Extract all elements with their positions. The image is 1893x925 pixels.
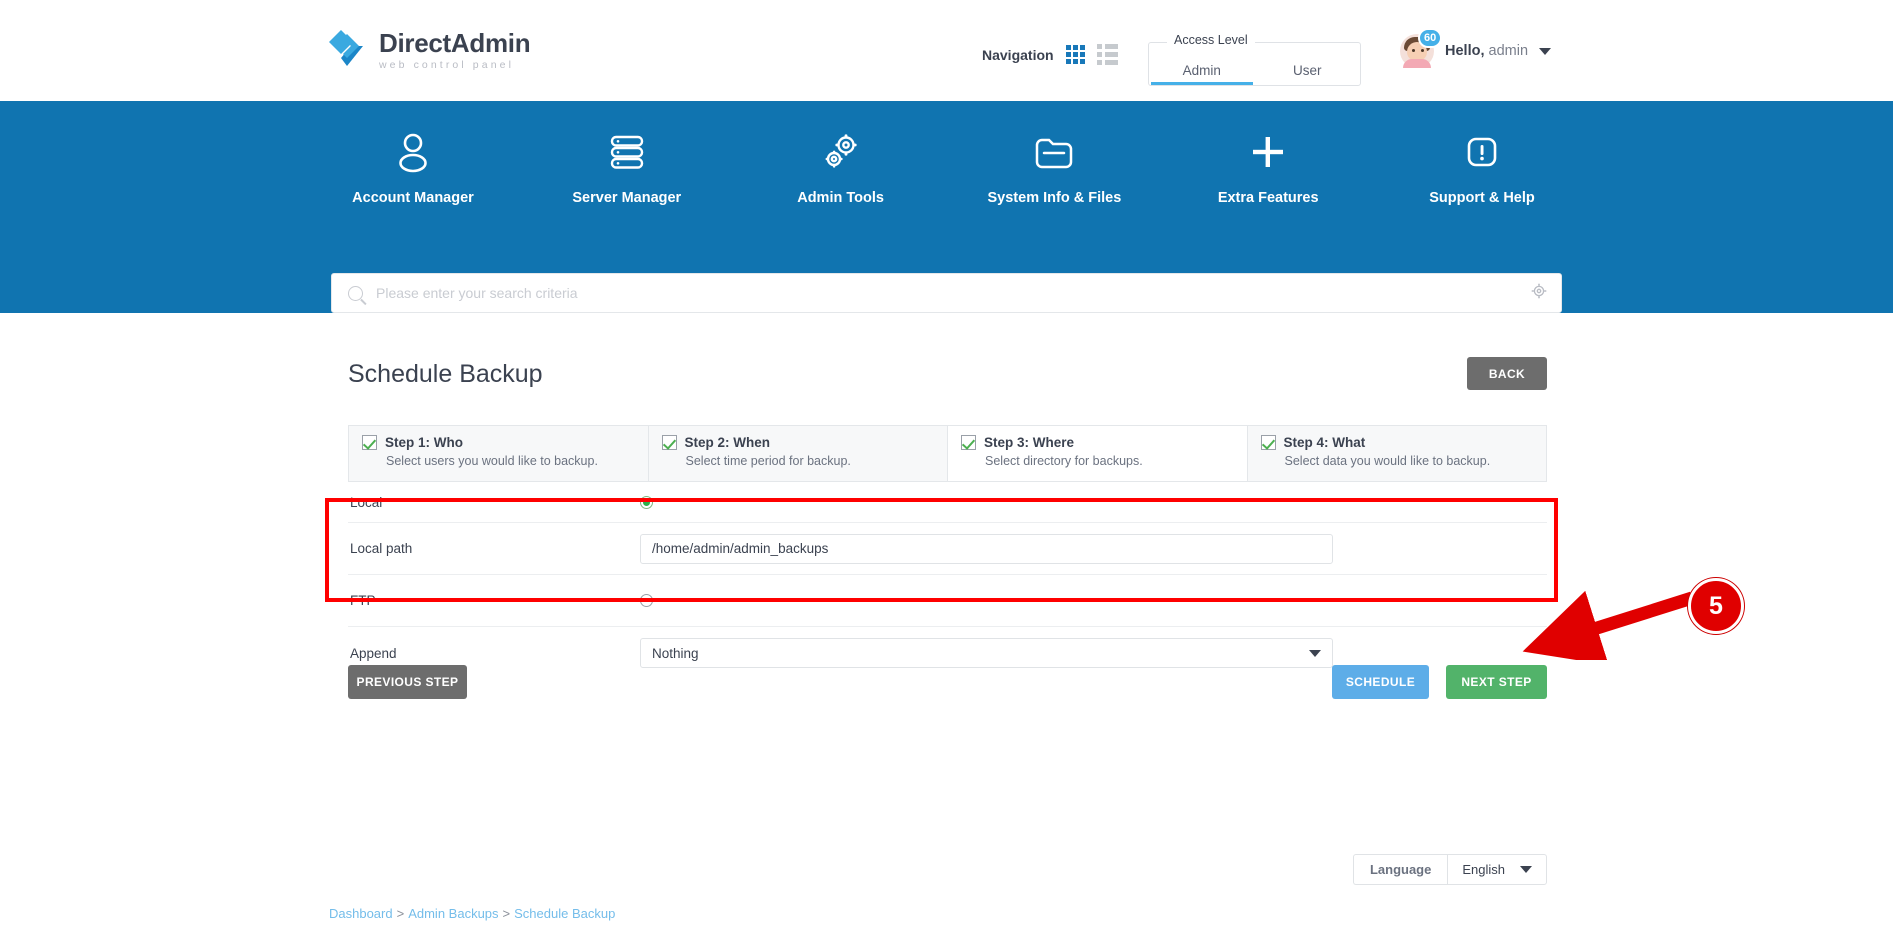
search-input[interactable] [376, 285, 1531, 301]
step-card-3[interactable]: Step 3: Where Select directory for backu… [948, 426, 1248, 481]
plus-icon [1165, 124, 1371, 180]
chevron-down-icon [1520, 866, 1532, 873]
navigation-label: Navigation [982, 46, 1054, 63]
step-card-2[interactable]: Step 2: When Select time period for back… [648, 426, 948, 481]
breadcrumb-item-schedule-backup[interactable]: Schedule Backup [514, 906, 615, 921]
annotation-arrow [1522, 590, 1694, 660]
checkmark-icon [1260, 435, 1276, 450]
breadcrumb-item-admin-backups[interactable]: Admin Backups [408, 906, 498, 921]
directadmin-logo[interactable]: DirectAdmin web control panel [325, 27, 531, 72]
checkmark-icon [362, 435, 377, 450]
access-tab-admin[interactable]: Admin [1149, 63, 1255, 85]
logo-chevron-icon [325, 28, 369, 72]
nav-label: Server Manager [572, 190, 682, 206]
step-desc: Select users you would like to backup. [386, 454, 598, 468]
breadcrumb-item-dashboard[interactable]: Dashboard [329, 906, 393, 921]
search-icon [348, 285, 363, 301]
nav-label: Account Manager [352, 190, 474, 206]
access-tab-user[interactable]: User [1255, 63, 1361, 85]
next-step-button[interactable]: NEXT STEP [1446, 665, 1547, 699]
language-label: Language [1352, 854, 1448, 885]
page-title: Schedule Backup [348, 360, 543, 388]
logo-title-second: Admin [450, 27, 531, 58]
breadcrumb: Dashboard > Admin Backups > Schedule Backup [329, 906, 615, 921]
folder-icon [951, 124, 1157, 180]
step-card-1[interactable]: Step 1: Who Select users you would like … [349, 426, 649, 481]
breadcrumb-separator-2: > [502, 906, 511, 921]
step-desc: Select data you would like to backup. [1284, 454, 1491, 468]
nav-item-system-info-files[interactable]: System Info & Files [951, 124, 1157, 206]
logo-title-first: Direct [379, 27, 451, 58]
logo-title: DirectAdmin [379, 27, 531, 58]
nav-item-account-manager[interactable]: Account Manager [310, 124, 516, 206]
top-header-bar: DirectAdmin web control panel Navigation… [0, 0, 1893, 101]
local-radio[interactable] [640, 496, 653, 509]
schedule-button[interactable]: SCHEDULE [1332, 665, 1429, 699]
step-desc: Select time period for backup. [685, 454, 851, 468]
step-desc: Select directory for backups. [985, 454, 1143, 468]
step-card-4[interactable]: Step 4: What Select data you would like … [1247, 426, 1546, 481]
navigation-view-switch: Navigation [982, 44, 1118, 65]
nav-label: System Info & Files [987, 190, 1122, 206]
language-selector: Language English [1352, 854, 1547, 885]
exclamation-box-icon [1379, 124, 1585, 180]
chevron-down-icon [1309, 649, 1321, 657]
user-greeting: Hello, admin [1445, 43, 1528, 59]
step-title: Step 1: Who [385, 435, 463, 450]
append-label: Append [350, 645, 397, 661]
step-title: Step 3: Where [984, 435, 1075, 450]
access-level-legend: Access Level [1167, 33, 1255, 47]
schedule-backup-card: Schedule Backup BACK Step 1: Who Select … [310, 313, 1585, 918]
backup-destination-form: Local Local path FTP Append Nothing [348, 483, 1547, 679]
language-dropdown[interactable]: English [1447, 854, 1547, 885]
step-title: Step 2: When [684, 435, 771, 450]
nav-item-extra-features[interactable]: Extra Features [1165, 124, 1371, 206]
grid-view-icon[interactable] [1065, 45, 1085, 64]
greeting-bold: Hello, [1445, 43, 1485, 59]
local-path-input[interactable] [640, 533, 1333, 564]
row-ftp: FTP [348, 575, 1547, 627]
step-indicator: Step 1: Who Select users you would like … [348, 425, 1547, 482]
server-stack-icon [524, 124, 730, 180]
local-path-label: Local path [350, 541, 413, 556]
notification-badge[interactable]: 60 [1418, 28, 1443, 48]
nav-item-admin-tools[interactable]: Admin Tools [738, 124, 944, 206]
chevron-down-icon[interactable] [1539, 47, 1552, 55]
gear-icon[interactable] [1531, 283, 1547, 304]
breadcrumb-separator: > [396, 906, 405, 921]
list-view-icon[interactable] [1096, 44, 1118, 65]
step-title: Step 4: What [1283, 435, 1366, 450]
back-button[interactable]: BACK [1467, 357, 1547, 390]
avatar: 60 [1400, 28, 1443, 68]
row-local-path: Local path [348, 523, 1547, 575]
row-local: Local [348, 483, 1547, 523]
nav-label: Admin Tools [797, 190, 884, 206]
checkmark-icon [661, 435, 677, 450]
ftp-label: FTP [350, 593, 376, 608]
local-label: Local [350, 495, 383, 510]
gears-icon [738, 124, 944, 180]
nav-label: Extra Features [1217, 190, 1319, 206]
search-bar[interactable] [331, 273, 1562, 313]
nav-label: Support & Help [1429, 190, 1535, 206]
checkmark-icon [961, 435, 976, 450]
form-actions: PREVIOUS STEP SCHEDULE NEXT STEP [348, 665, 1547, 699]
access-level-switch: Access Level Admin User [1148, 33, 1361, 86]
person-icon [310, 124, 516, 180]
previous-step-button[interactable]: PREVIOUS STEP [348, 665, 467, 699]
ftp-radio[interactable] [640, 594, 653, 607]
nav-item-server-manager[interactable]: Server Manager [524, 124, 730, 206]
append-select[interactable]: Nothing [640, 638, 1333, 668]
user-menu[interactable]: 60 Hello, admin [1400, 28, 1552, 68]
language-value: English [1462, 862, 1505, 877]
annotation-step-number: 5 [1688, 578, 1744, 634]
logo-subtitle: web control panel [379, 58, 515, 71]
greeting-name: admin [1488, 43, 1529, 59]
nav-item-support-help[interactable]: Support & Help [1379, 124, 1585, 206]
append-selected-value: Nothing [652, 645, 699, 661]
